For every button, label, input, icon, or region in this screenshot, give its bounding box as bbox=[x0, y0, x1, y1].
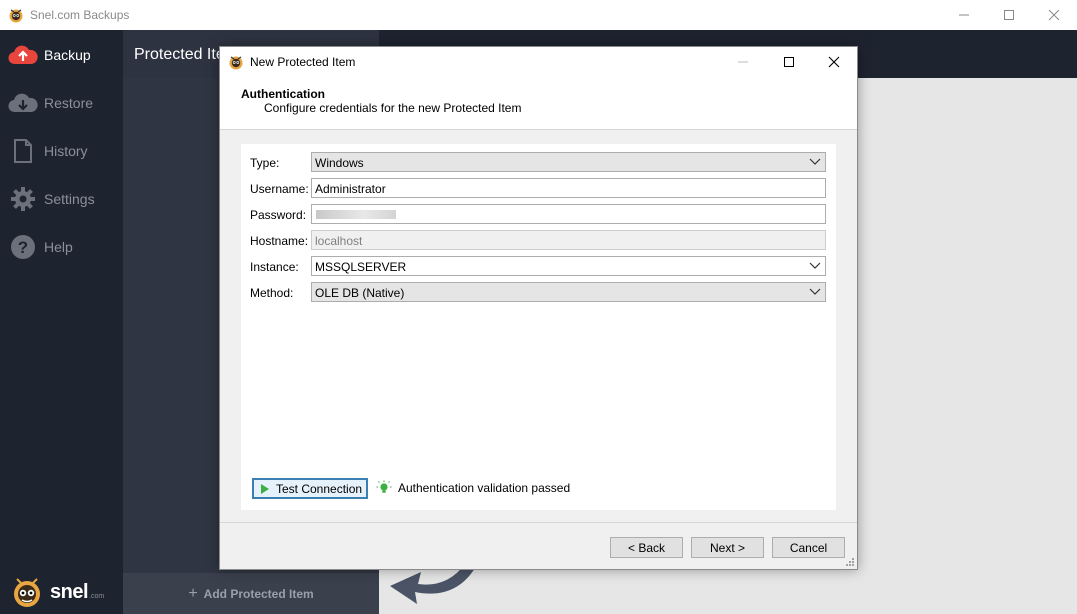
add-protected-item-label: Add Protected Item bbox=[203, 586, 314, 601]
logo-subtext: .com bbox=[89, 592, 105, 600]
sidebar-item-backup[interactable]: Backup bbox=[0, 33, 123, 77]
test-connection-label: Test Connection bbox=[276, 481, 363, 496]
play-icon bbox=[261, 483, 269, 494]
sidebar-item-label: Restore bbox=[44, 95, 94, 111]
maximize-icon bbox=[784, 57, 794, 67]
chevron-down-icon bbox=[809, 158, 821, 165]
next-button[interactable]: Next > bbox=[691, 537, 764, 558]
type-dropdown[interactable]: Windows bbox=[311, 152, 826, 172]
cancel-label: Cancel bbox=[789, 540, 828, 555]
snel-logo: snel .com bbox=[8, 574, 118, 610]
app-title: Snel.com Backups bbox=[30, 8, 130, 22]
sidebar-item-settings[interactable]: Settings bbox=[0, 177, 123, 221]
type-value: Windows bbox=[315, 156, 364, 170]
sidebar-item-help[interactable]: ? Help bbox=[0, 225, 123, 269]
dialog-close-button[interactable] bbox=[811, 47, 857, 77]
method-dropdown[interactable]: OLE DB (Native) bbox=[311, 282, 826, 302]
app-titlebar: Snel.com Backups bbox=[0, 0, 1077, 30]
logo-text: snel bbox=[50, 580, 89, 603]
back-label: < Back bbox=[627, 540, 666, 555]
document-icon bbox=[8, 136, 38, 166]
dialog-titlebar: New Protected Item bbox=[220, 47, 857, 77]
instance-label: Instance: bbox=[250, 260, 299, 274]
sidebar-item-restore[interactable]: Restore bbox=[0, 81, 123, 125]
instance-value: MSSQLSERVER bbox=[315, 260, 407, 274]
chevron-down-icon bbox=[809, 262, 821, 269]
maximize-icon bbox=[1004, 10, 1014, 20]
sidebar-item-label: Help bbox=[44, 239, 73, 255]
username-row: Username: Administrator bbox=[241, 178, 836, 200]
lightbulb-icon bbox=[376, 480, 392, 493]
minimize-icon bbox=[959, 14, 969, 16]
username-label: Username: bbox=[250, 182, 309, 196]
dialog-header-title: Authentication bbox=[241, 87, 325, 101]
plus-icon: + bbox=[188, 584, 198, 602]
sidebar-item-label: History bbox=[44, 143, 88, 159]
validation-text: Authentication validation passed bbox=[398, 481, 571, 495]
snel-logo-icon bbox=[229, 56, 243, 70]
password-input[interactable] bbox=[311, 204, 826, 224]
add-protected-item-button[interactable]: + Add Protected Item bbox=[123, 573, 379, 614]
password-row: Password: bbox=[241, 204, 836, 226]
maximize-button[interactable] bbox=[986, 0, 1032, 30]
minimize-icon bbox=[738, 61, 748, 63]
credentials-form: Type: Windows Username: Administrator Pa… bbox=[241, 144, 836, 510]
method-label: Method: bbox=[250, 286, 294, 300]
type-row: Type: Windows bbox=[241, 152, 836, 174]
cloud-upload-icon bbox=[8, 40, 38, 70]
hostname-row: Hostname: localhost bbox=[241, 230, 836, 252]
sidebar-item-history[interactable]: History bbox=[0, 129, 123, 173]
back-button[interactable]: < Back bbox=[610, 537, 683, 558]
gear-icon bbox=[8, 184, 38, 214]
instance-row: Instance: MSSQLSERVER bbox=[241, 256, 836, 278]
dialog-footer-divider bbox=[220, 522, 857, 523]
cloud-download-icon bbox=[8, 88, 38, 118]
dialog-maximize-button[interactable] bbox=[766, 47, 812, 77]
close-icon bbox=[1048, 9, 1060, 21]
snel-logo-icon bbox=[9, 9, 23, 23]
hostname-label: Hostname: bbox=[250, 234, 309, 248]
dialog-minimize-button[interactable] bbox=[720, 47, 766, 77]
svg-text:?: ? bbox=[18, 238, 28, 257]
username-value: Administrator bbox=[315, 182, 386, 196]
password-label: Password: bbox=[250, 208, 307, 222]
minimize-button[interactable] bbox=[941, 0, 987, 30]
chevron-down-icon bbox=[809, 288, 821, 295]
instance-dropdown[interactable]: MSSQLSERVER bbox=[311, 256, 826, 276]
cancel-button[interactable]: Cancel bbox=[772, 537, 845, 558]
method-row: Method: OLE DB (Native) bbox=[241, 282, 836, 304]
test-connection-button[interactable]: Test Connection bbox=[252, 478, 368, 499]
new-protected-item-dialog: New Protected Item Authentication Config… bbox=[219, 46, 858, 570]
close-button[interactable] bbox=[1031, 0, 1077, 30]
hostname-value: localhost bbox=[315, 234, 363, 248]
method-value: OLE DB (Native) bbox=[315, 286, 405, 300]
close-icon bbox=[828, 56, 840, 68]
username-input[interactable]: Administrator bbox=[311, 178, 826, 198]
validation-status: Authentication validation passed bbox=[376, 480, 570, 496]
sidebar-item-label: Settings bbox=[44, 191, 95, 207]
hostname-input: localhost bbox=[311, 230, 826, 250]
snail-mascot-icon bbox=[14, 578, 40, 607]
resize-grip-icon[interactable] bbox=[845, 557, 855, 567]
password-mask bbox=[316, 210, 396, 219]
next-label: Next > bbox=[709, 540, 745, 555]
help-icon: ? bbox=[8, 232, 38, 262]
dialog-title: New Protected Item bbox=[250, 55, 356, 69]
dialog-header: Authentication Configure credentials for… bbox=[220, 77, 857, 130]
dialog-header-subtitle: Configure credentials for the new Protec… bbox=[264, 101, 522, 115]
type-label: Type: bbox=[250, 156, 280, 170]
sidebar: Backup Restore History Settings ? Help s… bbox=[0, 30, 123, 614]
sidebar-item-label: Backup bbox=[44, 47, 91, 63]
